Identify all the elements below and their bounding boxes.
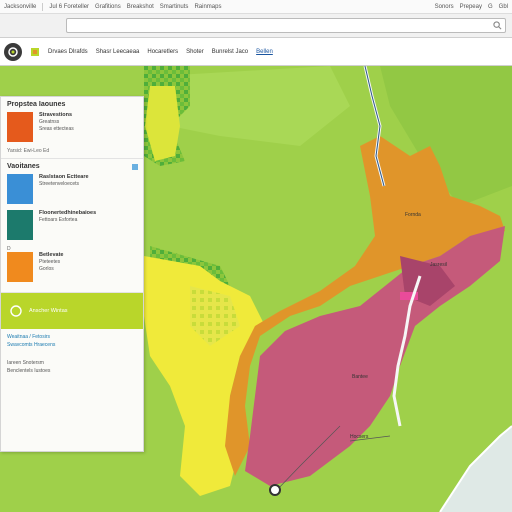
legend-title: Stravestions (39, 112, 73, 118)
legend-row[interactable]: Stravestions Greatnss Sreas ettecteas (7, 112, 137, 142)
toolbar-separator (42, 2, 44, 11)
footer-text-1: Iareen Snotersm (7, 360, 44, 366)
search-row (0, 14, 512, 38)
map-label-3: Bantee (352, 374, 368, 380)
search-input[interactable] (67, 19, 505, 32)
globe-icon (10, 305, 22, 317)
footer-text-2: Benclentels Iustoes (7, 368, 51, 374)
search-box[interactable] (66, 18, 506, 33)
location-pin-icon[interactable] (269, 484, 281, 496)
tab-1[interactable]: Drvaes Dlrafds (48, 49, 88, 55)
legend-title: Floonertedhinebaioes (39, 210, 97, 216)
legend-row[interactable]: Floonertedhinebaioes Fettoars Esfortea (7, 210, 137, 240)
legend-line: Sreas ettecteas (39, 126, 74, 132)
toolbar-item-5[interactable]: Smartinuts (160, 4, 189, 10)
tab-4[interactable]: Shoter (186, 49, 204, 55)
panel-section-1-title: Propstea Iaounes (7, 101, 66, 108)
tab-3[interactable]: Hocaretlers (147, 49, 178, 55)
toolbar-item-1[interactable]: Jacksonville (4, 4, 36, 10)
toolbar-item-3[interactable]: Grafitions (95, 4, 121, 10)
tab-2[interactable]: Shasr Leecaeaa (96, 49, 140, 55)
footer-link-2[interactable]: Swavcomts Hraecens (7, 341, 137, 349)
toolbar-item-6[interactable]: Rainmaps (194, 4, 221, 10)
legend-line: Pteteetes (39, 259, 61, 265)
info-icon[interactable] (131, 163, 139, 171)
legend-swatch (7, 252, 33, 282)
toolbar-item-2[interactable]: Jul 6 Foreteller (49, 4, 89, 10)
legend-title: Betlevate (39, 252, 64, 258)
layers-icon[interactable] (30, 47, 40, 57)
logo-icon (8, 46, 18, 57)
toolbar-right-1[interactable]: Sonors (435, 4, 454, 10)
legend-swatch (7, 174, 33, 204)
legend-panel: Propstea Iaounes Stravestions Greatnss S… (0, 96, 144, 452)
tab-6[interactable]: Bellen (256, 49, 273, 55)
legend-swatch (7, 112, 33, 142)
panel-section-2: Vaoitanes Raslstaon Ectteare Streetenvel… (1, 159, 143, 293)
legend-swatch (7, 210, 33, 240)
search-icon[interactable] (493, 21, 502, 30)
legend-line: Gorlos (39, 266, 54, 272)
panel-section-2-title: Vaoitanes (7, 163, 40, 170)
map-label-2: Jasresil (430, 262, 447, 268)
toolbar-right-4[interactable]: Gbl (499, 4, 508, 10)
panel-note: Yarsid: Ewi-Leo Ed (7, 148, 50, 154)
footer-link-1[interactable]: Weaitnaa / Fetosirs (7, 333, 137, 341)
toolbar-item-4[interactable]: Breakshot (127, 4, 154, 10)
map-tab-row: Drvaes Dlrafds Shasr Leecaeaa Hocaretler… (0, 38, 512, 66)
legend-row[interactable]: Betlevate Pteteetes Gorlos (7, 252, 137, 282)
panel-footer: Weaitnaa / Fetosirs Swavcomts Hraecens I… (1, 329, 143, 379)
legend-line: Fettoars Esfortea (39, 217, 78, 223)
green-bar-label: Anscher Wintas (29, 308, 68, 314)
green-action-bar[interactable]: Anscher Wintas (1, 293, 143, 329)
app-logo[interactable] (4, 42, 22, 61)
toolbar-right-2[interactable]: Prepeay (460, 4, 482, 10)
legend-line: Greatnss (39, 119, 60, 125)
legend-line: Streetenveloecets (39, 181, 80, 187)
tab-5[interactable]: Bunrelst Jaco (212, 49, 248, 55)
panel-section-1: Propstea Iaounes Stravestions Greatnss S… (1, 97, 143, 159)
legend-row[interactable]: Raslstaon Ectteare Streetenveloecets (7, 174, 137, 204)
legend-title: Raslstaon Ectteare (39, 174, 89, 180)
map-label-1: Fornda (405, 212, 421, 218)
toolbar-right-3[interactable]: G (488, 4, 493, 10)
map-label-4: Hocsers (350, 434, 369, 440)
top-toolbar: Jacksonville Jul 6 Foreteller Grafitions… (0, 0, 512, 14)
